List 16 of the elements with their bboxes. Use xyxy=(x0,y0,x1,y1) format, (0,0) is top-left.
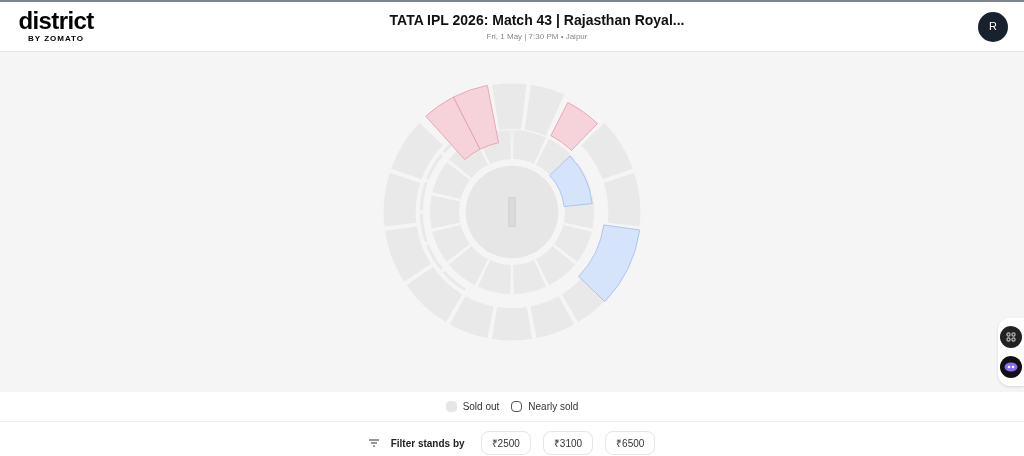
legend-label: Sold out xyxy=(462,400,500,414)
logo-tagline: BY ZOMATO xyxy=(27,32,85,45)
filter-icon xyxy=(368,439,379,447)
legend-label: Nearly sold xyxy=(528,400,579,414)
grid-icon xyxy=(1006,332,1016,342)
event-title: TATA IPL 2026: Match 43 | Rajasthan Royal... xyxy=(389,11,685,30)
grid-menu-button[interactable] xyxy=(1000,326,1022,348)
price-filter-chip[interactable]: ₹3100 xyxy=(542,431,594,455)
price-filter-chip[interactable]: ₹6500 xyxy=(605,431,656,455)
price-filter-chip[interactable]: ₹2500 xyxy=(480,431,531,455)
profile-avatar[interactable]: R xyxy=(978,11,1008,42)
event-details: Fri, 1 May | 7:30 PM • Jaipur xyxy=(486,31,588,43)
chat-bot-button[interactable] xyxy=(1000,356,1022,378)
bot-face-icon xyxy=(1004,362,1018,372)
filter-label: Filter stands by xyxy=(390,436,465,451)
logo[interactable]: district xyxy=(18,8,94,33)
